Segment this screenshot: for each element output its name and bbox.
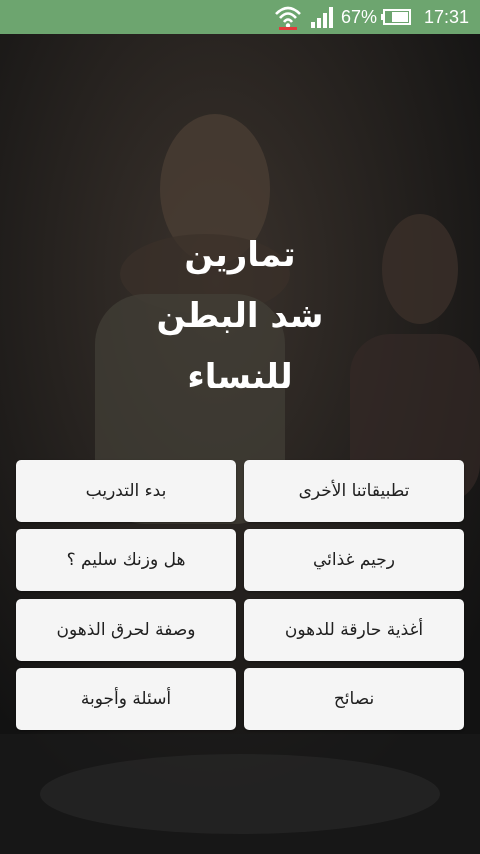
other-apps-button[interactable]: تطبيقاتنا الأخرى bbox=[244, 460, 464, 522]
fat-burning-recipe-button[interactable]: وصفة لحرق الذهون bbox=[16, 599, 236, 661]
wifi-icon bbox=[275, 6, 301, 30]
weight-check-button[interactable]: هل وزنك سليم ؟ bbox=[16, 529, 236, 591]
start-training-button[interactable]: بدء التدريب bbox=[16, 460, 236, 522]
title-line: للنساء bbox=[187, 357, 293, 397]
title-line: شد البطن bbox=[156, 296, 324, 336]
title-line: تمارين bbox=[184, 235, 296, 275]
faq-button[interactable]: أسئلة وأجوبة bbox=[16, 668, 236, 730]
app-title: تمارين شد البطن للنساء bbox=[0, 225, 480, 408]
background-photo bbox=[0, 34, 480, 854]
fat-burning-foods-button[interactable]: أغذية حارقة للدهون bbox=[244, 599, 464, 661]
tips-button[interactable]: نصائح bbox=[244, 668, 464, 730]
diet-button[interactable]: رجيم غذائي bbox=[244, 529, 464, 591]
signal-icon bbox=[311, 7, 333, 28]
clock: 17:31 bbox=[424, 7, 470, 27]
battery-icon bbox=[381, 9, 411, 25]
main-screen: 67% 17:31 تمارين شد البطن للنساء تطبيقات… bbox=[0, 0, 480, 854]
battery-percent: 67% bbox=[341, 7, 378, 27]
status-bar: 67% 17:31 bbox=[0, 0, 480, 34]
